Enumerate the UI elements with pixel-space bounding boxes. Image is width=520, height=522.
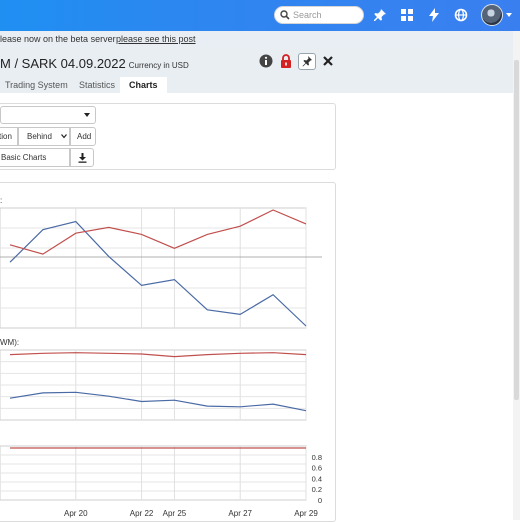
position-select-value: tion: [0, 132, 12, 141]
x-axis-tick-labels: Apr 20 Apr 22 Apr 25 Apr 27 Apr 29: [64, 509, 318, 518]
globe-icon[interactable]: [454, 8, 468, 22]
pin-icon: [302, 56, 312, 67]
notice-message: lease now on the beta server: [0, 34, 116, 44]
y-tick-label: 0.2: [312, 485, 322, 494]
user-avatar[interactable]: [481, 4, 503, 26]
search-icon: [280, 10, 290, 20]
y-tick-label: 0.6: [312, 464, 322, 473]
chart-panel-1-series-1-line: [9, 220, 307, 327]
grid-icon[interactable]: [400, 8, 414, 22]
x-tick-label: Apr 22: [130, 509, 154, 518]
tab-statistics[interactable]: Statistics: [79, 80, 115, 90]
relation-select-value: Behind: [27, 132, 52, 141]
chart-lines: [9, 209, 307, 449]
info-icon[interactable]: [258, 53, 274, 69]
currency-label: Currency in USD: [128, 61, 189, 70]
download-icon: [78, 153, 87, 163]
chevron-down-icon: [84, 113, 90, 117]
x-tick-label: Apr 20: [64, 509, 88, 518]
chevron-down-icon: [61, 134, 67, 139]
y-axis-tick-labels: 0.8 0.60.4 0.2 0: [312, 453, 322, 505]
chart-grid: [0, 207, 322, 501]
download-button[interactable]: [70, 148, 94, 167]
tab-trading-system[interactable]: Trading System: [5, 80, 68, 90]
add-button-label: Add: [77, 132, 92, 141]
chart-panel-2-series-1-line: [9, 352, 307, 358]
add-button[interactable]: Add: [70, 127, 96, 146]
chart-mode-value: Basic Charts: [1, 153, 47, 162]
tab-charts[interactable]: Charts: [120, 77, 167, 93]
price-charts: Apr 20 Apr 22 Apr 25 Apr 27 Apr 29 0.8 0.60.4…: [0, 207, 322, 518]
y-tick-label: 0: [318, 496, 322, 505]
page-scrollbar-thumb[interactable]: [514, 60, 519, 400]
top-navigation-bar: [0, 0, 520, 31]
y-tick-label: 0.4: [312, 474, 322, 483]
x-tick-label: Apr 27: [228, 509, 252, 518]
lock-icon[interactable]: [278, 53, 294, 69]
x-tick-label: Apr 29: [294, 509, 318, 518]
position-select[interactable]: tion: [0, 127, 18, 146]
search-placeholder: Search: [293, 10, 322, 20]
close-icon[interactable]: [320, 53, 336, 69]
bolt-icon[interactable]: [427, 8, 441, 22]
y-tick-label: 0.8: [312, 453, 322, 462]
x-tick-label: Apr 25: [163, 509, 187, 518]
beta-notice-bar: lease now on the beta server please see …: [0, 31, 520, 47]
title-text: M / SARK 04.09.2022: [0, 56, 126, 71]
chevron-down-icon[interactable]: [506, 13, 512, 17]
chart-panel-1-series-2-line: [9, 209, 307, 255]
notice-link[interactable]: please see this post: [116, 34, 196, 44]
indicator-select[interactable]: [0, 106, 96, 124]
relation-select[interactable]: Behind: [18, 127, 70, 146]
pin-window-button[interactable]: [298, 53, 316, 70]
search-box[interactable]: Search: [274, 6, 364, 24]
pin-icon[interactable]: [373, 8, 387, 22]
tab-bar: Trading System Statistics Charts: [0, 77, 520, 93]
page-title: M / SARK 04.09.2022 Currency in USD: [0, 56, 189, 71]
chart-mode-select[interactable]: Basic Charts: [0, 148, 70, 167]
